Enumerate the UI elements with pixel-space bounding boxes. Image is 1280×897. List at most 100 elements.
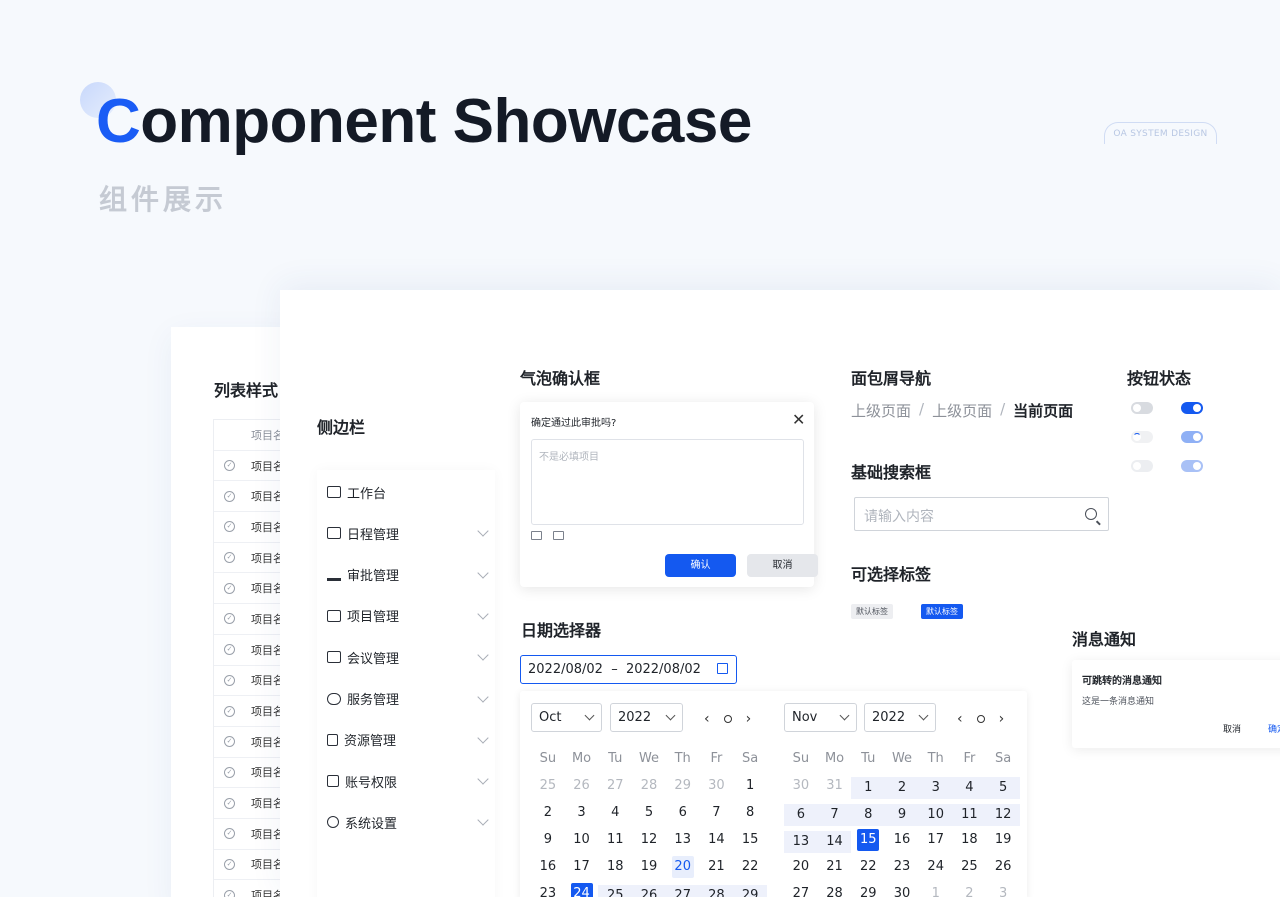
notification-title[interactable]: 可跳转的消息通知 (1082, 672, 1162, 687)
calendar-day[interactable]: 5 (632, 801, 666, 828)
comment-textarea[interactable]: 不是必填项目 (531, 439, 804, 525)
calendar-day[interactable]: 13 (666, 828, 700, 855)
check-circle-icon[interactable]: ✓ (224, 766, 235, 778)
prev-month-icon[interactable]: ‹ (957, 711, 963, 727)
sidebar-item[interactable]: 日程管理 (327, 521, 489, 545)
calendar-day[interactable]: 9 (531, 828, 565, 855)
calendar-day-muted[interactable]: 3 (986, 882, 1020, 897)
calendar-day-inrange[interactable]: 8 (851, 803, 886, 826)
check-circle-icon[interactable]: ✓ (224, 828, 235, 840)
calendar-day-today[interactable]: 20 (666, 855, 700, 882)
calendar-day[interactable]: 21 (700, 855, 734, 882)
calendar-day[interactable]: 23 (531, 882, 565, 897)
switch-on[interactable] (1181, 402, 1203, 414)
calendar-day[interactable]: 11 (598, 828, 632, 855)
date-range-input[interactable]: 2022/08/02 – 2022/08/02 (520, 655, 737, 684)
breadcrumb-item[interactable]: 上级页面 (932, 400, 992, 421)
calendar-day[interactable]: 26 (986, 855, 1020, 882)
calendar-day-muted[interactable]: 31 (818, 774, 852, 801)
year-select-left[interactable]: 2022 (610, 703, 683, 732)
check-circle-icon[interactable]: ✓ (224, 460, 235, 472)
calendar-day[interactable]: 17 (919, 828, 953, 855)
prev-month-icon[interactable]: ‹ (704, 711, 710, 727)
search-icon[interactable] (1085, 508, 1097, 520)
switch-off[interactable] (1131, 402, 1153, 414)
notification-cancel-button[interactable]: 取消 (1223, 722, 1241, 735)
calendar-day[interactable]: 18 (953, 828, 987, 855)
check-circle-icon[interactable]: ✓ (224, 858, 235, 870)
calendar-day-muted[interactable]: 26 (565, 774, 599, 801)
calendar-day[interactable]: 10 (565, 828, 599, 855)
calendar-day[interactable]: 18 (598, 855, 632, 882)
calendar-day-muted[interactable]: 28 (632, 774, 666, 801)
month-select-left[interactable]: Oct (531, 703, 602, 732)
calendar-day[interactable]: 2 (531, 801, 565, 828)
calendar-day-inrange[interactable]: 28 (699, 884, 734, 897)
calendar-day-inrange[interactable]: 26 (632, 884, 666, 897)
check-circle-icon[interactable]: ✓ (224, 490, 235, 502)
chevron-down-icon[interactable] (477, 732, 489, 744)
calendar-day-inrange[interactable]: 9 (885, 803, 919, 826)
calendar-day[interactable]: 19 (632, 855, 666, 882)
breadcrumb-item[interactable]: 上级页面 (851, 400, 911, 421)
calendar-day[interactable]: 21 (818, 855, 852, 882)
chevron-down-icon[interactable] (477, 608, 489, 620)
calendar-day-muted[interactable]: 30 (700, 774, 734, 801)
chevron-down-icon[interactable] (477, 690, 489, 703)
search-input[interactable]: 请输入内容 (854, 497, 1109, 531)
check-circle-icon[interactable]: ✓ (224, 613, 235, 625)
calendar-day[interactable]: 30 (885, 882, 919, 897)
calendar-day[interactable]: 23 (885, 855, 919, 882)
confirm-button[interactable]: 确认 (665, 554, 736, 577)
calendar-day[interactable]: 20 (784, 855, 818, 882)
cancel-button[interactable]: 取消 (747, 554, 818, 577)
calendar-day-muted[interactable]: 25 (531, 774, 565, 801)
chevron-down-icon[interactable] (477, 814, 489, 827)
check-circle-icon[interactable]: ✓ (224, 521, 235, 533)
next-month-icon[interactable]: › (746, 711, 752, 727)
month-select-right[interactable]: Nov (784, 703, 857, 732)
calendar-day-inrange[interactable]: 5 (986, 776, 1020, 799)
chevron-down-icon[interactable] (477, 773, 489, 785)
next-month-icon[interactable]: › (999, 711, 1005, 727)
calendar-day-inrange[interactable]: 27 (665, 884, 700, 897)
calendar-day-selected[interactable]: 15 (851, 828, 885, 855)
image-icon[interactable] (531, 531, 542, 540)
calendar-day[interactable]: 16 (885, 828, 919, 855)
year-select-right[interactable]: 2022 (864, 703, 936, 732)
calendar-day[interactable]: 24 (919, 855, 953, 882)
calendar-day[interactable]: 1 (733, 774, 767, 801)
calendar-day-muted[interactable]: 29 (666, 774, 700, 801)
calendar-day[interactable]: 8 (733, 801, 767, 828)
sidebar-item[interactable]: 服务管理 (327, 687, 489, 711)
calendar-day[interactable]: 22 (733, 855, 767, 882)
calendar-day-inrange[interactable]: 3 (918, 776, 953, 799)
calendar-day-selected[interactable]: 24 (565, 882, 599, 897)
calendar-day-muted[interactable]: 27 (598, 774, 632, 801)
calendar-day[interactable]: 16 (531, 855, 565, 882)
sidebar-item[interactable]: 资源管理 (327, 728, 489, 752)
check-circle-icon[interactable]: ✓ (224, 736, 235, 748)
notification-confirm-button[interactable]: 确定 (1268, 722, 1280, 735)
calendar-day-inrange[interactable]: 4 (952, 776, 987, 799)
calendar-day-inrange[interactable]: 29 (733, 884, 767, 897)
calendar-day-inrange[interactable]: 2 (885, 776, 919, 799)
calendar-day[interactable]: 27 (784, 882, 818, 897)
sidebar-item[interactable]: 项目管理 (327, 604, 489, 628)
calendar-day-inrange[interactable]: 10 (918, 803, 953, 826)
calendar-day-inrange[interactable]: 13 (784, 830, 818, 853)
calendar-day[interactable]: 17 (565, 855, 599, 882)
calendar-day-inrange[interactable]: 6 (784, 803, 818, 826)
calendar-day[interactable]: 12 (632, 828, 666, 855)
sidebar-item[interactable]: 账号权限 (327, 769, 489, 793)
sidebar-item[interactable]: 工作台 (327, 480, 487, 504)
calendar-day-inrange[interactable]: 14 (817, 830, 852, 853)
calendar-day[interactable]: 25 (953, 855, 987, 882)
calendar-day-inrange[interactable]: 7 (817, 803, 852, 826)
check-circle-icon[interactable]: ✓ (224, 644, 235, 656)
today-dot-icon[interactable] (723, 715, 732, 723)
chevron-down-icon[interactable] (477, 649, 489, 661)
calendar-day-muted[interactable]: 30 (784, 774, 818, 801)
switch-loading-off[interactable] (1131, 431, 1153, 443)
sidebar-item[interactable]: 审批管理 (327, 563, 489, 587)
